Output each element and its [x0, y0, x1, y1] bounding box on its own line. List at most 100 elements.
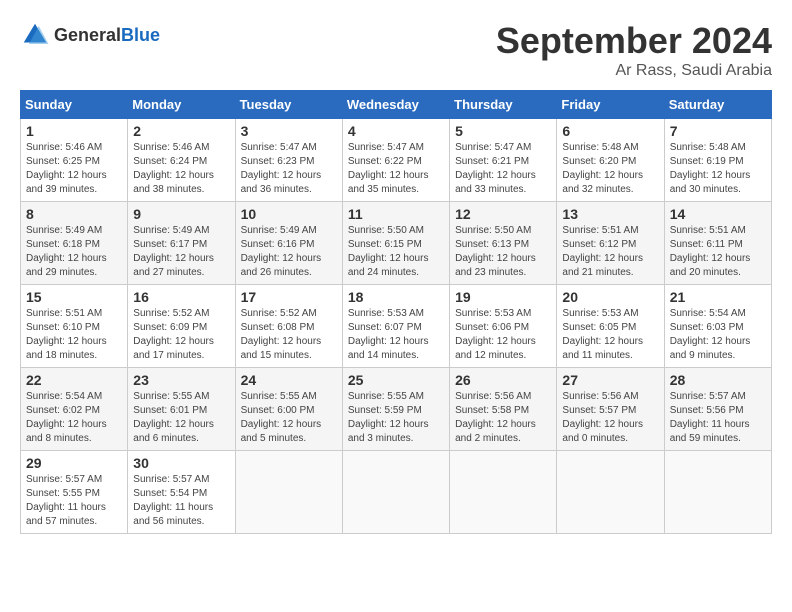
day-number: 25 — [348, 372, 444, 388]
day-number: 5 — [455, 123, 551, 139]
day-number: 3 — [241, 123, 337, 139]
day-number: 21 — [670, 289, 766, 305]
day-number: 2 — [133, 123, 229, 139]
col-tuesday: Tuesday — [235, 91, 342, 119]
calendar-cell: 11 Sunrise: 5:50 AMSunset: 6:15 PMDayligh… — [342, 202, 449, 285]
calendar-cell: 3 Sunrise: 5:47 AMSunset: 6:23 PMDaylight… — [235, 119, 342, 202]
day-number: 19 — [455, 289, 551, 305]
day-number: 23 — [133, 372, 229, 388]
day-number: 16 — [133, 289, 229, 305]
location-subtitle: Ar Rass, Saudi Arabia — [496, 62, 772, 80]
calendar-cell: 16 Sunrise: 5:52 AMSunset: 6:09 PMDayligh… — [128, 285, 235, 368]
calendar-cell: 27 Sunrise: 5:56 AMSunset: 5:57 PMDayligh… — [557, 368, 664, 451]
day-number: 28 — [670, 372, 766, 388]
calendar-cell: 17Sunrise: 5:52 AMSunset: 6:08 PMDayligh… — [235, 285, 342, 368]
day-info: Sunrise: 5:56 AMSunset: 5:58 PMDaylight:… — [455, 390, 551, 446]
day-info: Sunrise: 5:55 AMSunset: 6:01 PMDaylight:… — [133, 390, 229, 446]
day-info: Sunrise: 5:55 AMSunset: 5:59 PMDaylight:… — [348, 390, 444, 446]
day-number: 20 — [562, 289, 658, 305]
calendar-table: Sunday Monday Tuesday Wednesday Thursday… — [20, 90, 772, 534]
calendar-cell: 1 Sunrise: 5:46 AMSunset: 6:25 PMDaylight… — [21, 119, 128, 202]
day-number: 12 — [455, 206, 551, 222]
calendar-cell: 22 Sunrise: 5:54 AMSunset: 6:02 PMDayligh… — [21, 368, 128, 451]
calendar-week-row-1: 1 Sunrise: 5:46 AMSunset: 6:25 PMDaylight… — [21, 119, 772, 202]
day-info: Sunrise: 5:47 AMSunset: 6:21 PMDaylight:… — [455, 141, 551, 197]
calendar-cell — [664, 451, 771, 534]
logo: GeneralBlue — [20, 20, 160, 50]
day-number: 15 — [26, 289, 122, 305]
calendar-cell — [235, 451, 342, 534]
col-wednesday: Wednesday — [342, 91, 449, 119]
day-info: Sunrise: 5:53 AMSunset: 6:06 PMDaylight:… — [455, 307, 551, 363]
day-info: Sunrise: 5:57 AMSunset: 5:56 PMDaylight:… — [670, 390, 766, 446]
day-info: Sunrise: 5:56 AMSunset: 5:57 PMDaylight:… — [562, 390, 658, 446]
logo-blue: Blue — [121, 25, 160, 45]
month-year-title: September 2024 — [496, 20, 772, 62]
calendar-cell: 25 Sunrise: 5:55 AMSunset: 5:59 PMDayligh… — [342, 368, 449, 451]
calendar-cell: 29 Sunrise: 5:57 AMSunset: 5:55 PMDayligh… — [21, 451, 128, 534]
calendar-cell — [557, 451, 664, 534]
day-number: 7 — [670, 123, 766, 139]
day-number: 24 — [241, 372, 337, 388]
day-number: 22 — [26, 372, 122, 388]
day-info: Sunrise: 5:54 AMSunset: 6:02 PMDaylight:… — [26, 390, 122, 446]
day-number: 27 — [562, 372, 658, 388]
title-block: September 2024 Ar Rass, Saudi Arabia — [496, 20, 772, 80]
logo-general: General — [54, 25, 121, 45]
calendar-cell — [450, 451, 557, 534]
day-info: Sunrise: 5:55 AMSunset: 6:00 PMDaylight:… — [241, 390, 337, 446]
day-info: Sunrise: 5:53 AMSunset: 6:05 PMDaylight:… — [562, 307, 658, 363]
col-saturday: Saturday — [664, 91, 771, 119]
day-info: Sunrise: 5:46 AMSunset: 6:25 PMDaylight:… — [26, 141, 122, 197]
day-info: Sunrise: 5:50 AMSunset: 6:15 PMDaylight:… — [348, 224, 444, 280]
col-friday: Friday — [557, 91, 664, 119]
day-number: 18 — [348, 289, 444, 305]
calendar-cell: 24 Sunrise: 5:55 AMSunset: 6:00 PMDayligh… — [235, 368, 342, 451]
calendar-cell — [342, 451, 449, 534]
calendar-cell: 21Sunrise: 5:54 AMSunset: 6:03 PMDayligh… — [664, 285, 771, 368]
day-info: Sunrise: 5:49 AMSunset: 6:18 PMDaylight:… — [26, 224, 122, 280]
calendar-cell: 28 Sunrise: 5:57 AMSunset: 5:56 PMDayligh… — [664, 368, 771, 451]
calendar-cell: 14Sunrise: 5:51 AMSunset: 6:11 PMDayligh… — [664, 202, 771, 285]
col-monday: Monday — [128, 91, 235, 119]
day-info: Sunrise: 5:46 AMSunset: 6:24 PMDaylight:… — [133, 141, 229, 197]
day-info: Sunrise: 5:49 AMSunset: 6:17 PMDaylight:… — [133, 224, 229, 280]
calendar-cell: 26 Sunrise: 5:56 AMSunset: 5:58 PMDayligh… — [450, 368, 557, 451]
logo-text: GeneralBlue — [54, 25, 160, 46]
calendar-cell: 8Sunrise: 5:49 AMSunset: 6:18 PMDaylight… — [21, 202, 128, 285]
day-number: 4 — [348, 123, 444, 139]
col-thursday: Thursday — [450, 91, 557, 119]
calendar-week-row-4: 22 Sunrise: 5:54 AMSunset: 6:02 PMDayligh… — [21, 368, 772, 451]
calendar-cell: 9Sunrise: 5:49 AMSunset: 6:17 PMDaylight… — [128, 202, 235, 285]
day-info: Sunrise: 5:53 AMSunset: 6:07 PMDaylight:… — [348, 307, 444, 363]
day-info: Sunrise: 5:47 AMSunset: 6:22 PMDaylight:… — [348, 141, 444, 197]
calendar-cell: 6 Sunrise: 5:48 AMSunset: 6:20 PMDaylight… — [557, 119, 664, 202]
col-sunday: Sunday — [21, 91, 128, 119]
calendar-cell: 4 Sunrise: 5:47 AMSunset: 6:22 PMDaylight… — [342, 119, 449, 202]
calendar-cell: 10Sunrise: 5:49 AMSunset: 6:16 PMDayligh… — [235, 202, 342, 285]
calendar-header-row: Sunday Monday Tuesday Wednesday Thursday… — [21, 91, 772, 119]
page-header: GeneralBlue September 2024 Ar Rass, Saud… — [20, 20, 772, 80]
calendar-week-row-5: 29 Sunrise: 5:57 AMSunset: 5:55 PMDayligh… — [21, 451, 772, 534]
day-number: 29 — [26, 455, 122, 471]
calendar-week-row-2: 8Sunrise: 5:49 AMSunset: 6:18 PMDaylight… — [21, 202, 772, 285]
day-info: Sunrise: 5:48 AMSunset: 6:20 PMDaylight:… — [562, 141, 658, 197]
day-info: Sunrise: 5:52 AMSunset: 6:09 PMDaylight:… — [133, 307, 229, 363]
day-number: 6 — [562, 123, 658, 139]
day-info: Sunrise: 5:49 AMSunset: 6:16 PMDaylight:… — [241, 224, 337, 280]
day-number: 1 — [26, 123, 122, 139]
calendar-cell: 30Sunrise: 5:57 AMSunset: 5:54 PMDayligh… — [128, 451, 235, 534]
calendar-cell: 15Sunrise: 5:51 AMSunset: 6:10 PMDayligh… — [21, 285, 128, 368]
day-number: 26 — [455, 372, 551, 388]
day-info: Sunrise: 5:47 AMSunset: 6:23 PMDaylight:… — [241, 141, 337, 197]
day-number: 14 — [670, 206, 766, 222]
calendar-cell: 23 Sunrise: 5:55 AMSunset: 6:01 PMDayligh… — [128, 368, 235, 451]
day-info: Sunrise: 5:48 AMSunset: 6:19 PMDaylight:… — [670, 141, 766, 197]
logo-icon — [20, 20, 50, 50]
calendar-cell: 5 Sunrise: 5:47 AMSunset: 6:21 PMDaylight… — [450, 119, 557, 202]
calendar-cell: 12Sunrise: 5:50 AMSunset: 6:13 PMDayligh… — [450, 202, 557, 285]
day-number: 11 — [348, 206, 444, 222]
calendar-cell: 13Sunrise: 5:51 AMSunset: 6:12 PMDayligh… — [557, 202, 664, 285]
calendar-cell: 7 Sunrise: 5:48 AMSunset: 6:19 PMDaylight… — [664, 119, 771, 202]
day-info: Sunrise: 5:57 AMSunset: 5:55 PMDaylight:… — [26, 473, 122, 529]
